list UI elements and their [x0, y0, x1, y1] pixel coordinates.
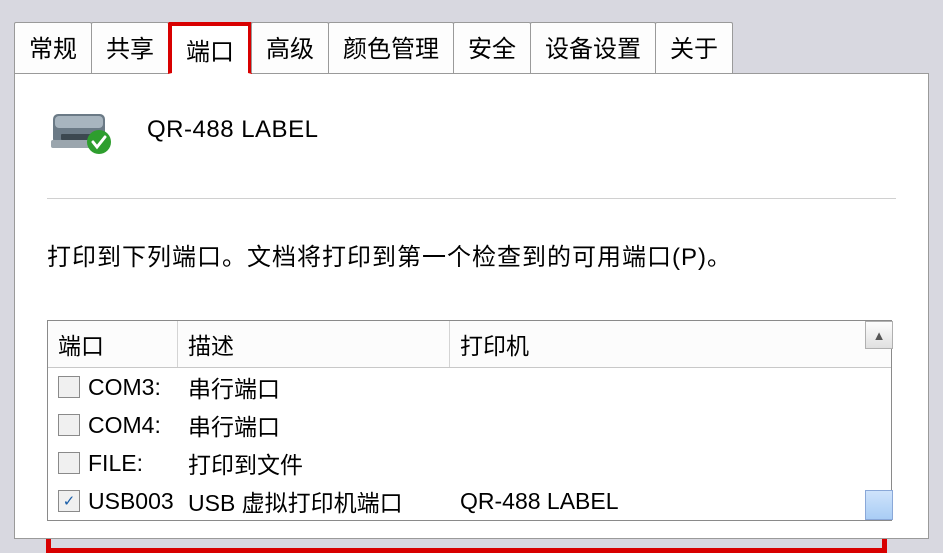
port-checkbox[interactable]: ✓: [58, 490, 80, 512]
cell-port: FILE:: [88, 450, 188, 477]
port-checkbox[interactable]: [58, 376, 80, 398]
instruction-text: 打印到下列端口。文档将打印到第一个检查到的可用端口(P)。: [47, 237, 896, 272]
col-header-port[interactable]: 端口: [48, 321, 178, 367]
tab-panel-ports: QR-488 LABEL 打印到下列端口。文档将打印到第一个检查到的可用端口(P…: [14, 73, 929, 539]
tab-security[interactable]: 安全: [453, 22, 531, 73]
divider: [47, 198, 896, 199]
port-checkbox[interactable]: [58, 414, 80, 436]
table-row[interactable]: FILE: 打印到文件: [48, 444, 891, 482]
tab-bar: 常规 共享 端口 高级 颜色管理 安全 设备设置 关于: [14, 22, 943, 73]
tab-device-settings[interactable]: 设备设置: [530, 22, 656, 73]
tab-color-management[interactable]: 颜色管理: [328, 22, 454, 73]
cell-port: USB003: [88, 488, 188, 515]
cell-description: USB 虚拟打印机端口: [188, 484, 460, 518]
scroll-thumb[interactable]: [865, 490, 893, 520]
scroll-up-button[interactable]: ▲: [865, 321, 893, 349]
cell-printer: QR-488 LABEL: [460, 488, 881, 515]
tab-general[interactable]: 常规: [14, 22, 92, 73]
port-checkbox[interactable]: [58, 452, 80, 474]
table-row[interactable]: ✓ USB003 USB 虚拟打印机端口 QR-488 LABEL: [48, 482, 891, 520]
printer-icon: [47, 104, 119, 156]
cell-description: 串行端口: [188, 370, 460, 404]
cell-description: 串行端口: [188, 408, 460, 442]
cell-port: COM3:: [88, 374, 188, 401]
cell-port: COM4:: [88, 412, 188, 439]
col-header-printer[interactable]: 打印机: [450, 321, 891, 367]
printer-header: QR-488 LABEL: [47, 104, 896, 156]
ports-table: 端口 描述 打印机 COM3: 串行端口 COM4: 串行端口 FILE: 打印…: [47, 320, 892, 521]
tab-about[interactable]: 关于: [655, 22, 733, 73]
table-row[interactable]: COM4: 串行端口: [48, 406, 891, 444]
tab-sharing[interactable]: 共享: [91, 22, 169, 73]
printer-name: QR-488 LABEL: [147, 116, 318, 144]
ports-table-body: COM3: 串行端口 COM4: 串行端口 FILE: 打印到文件 ✓ USB0…: [48, 368, 891, 520]
ports-table-header: 端口 描述 打印机: [48, 321, 891, 368]
tab-ports[interactable]: 端口: [168, 22, 252, 74]
table-row[interactable]: COM3: 串行端口: [48, 368, 891, 406]
col-header-description[interactable]: 描述: [178, 321, 450, 367]
cell-description: 打印到文件: [188, 446, 460, 480]
tab-advanced[interactable]: 高级: [251, 22, 329, 73]
